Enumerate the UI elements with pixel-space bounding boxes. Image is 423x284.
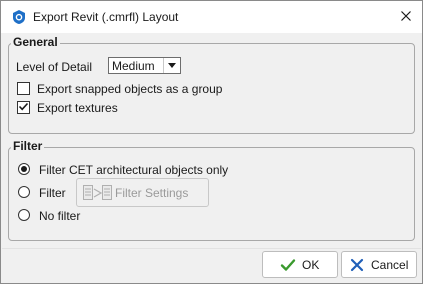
close-icon [400, 10, 412, 25]
filter-cet-radio[interactable] [18, 163, 30, 175]
filter-cet-label: Filter CET architectural objects only [39, 163, 229, 177]
level-of-detail-value: Medium [112, 58, 155, 73]
ok-button-label: OK [302, 257, 320, 272]
blue-x-icon [349, 257, 365, 273]
filter-group-title: Filter [11, 139, 45, 153]
export-textures-checkbox[interactable] [17, 101, 30, 114]
checkmark-icon [18, 101, 29, 115]
chevron-down-icon [163, 58, 180, 73]
level-of-detail-select[interactable]: Medium [108, 57, 181, 74]
general-group-title: General [11, 35, 60, 49]
title-bar: Export Revit (.cmrfl) Layout [1, 1, 422, 33]
no-filter-label: No filter [39, 209, 81, 223]
filter-radio[interactable] [18, 186, 30, 198]
close-button[interactable] [393, 6, 419, 28]
cancel-button-label: Cancel [371, 257, 409, 272]
filter-settings-button[interactable]: Filter Settings [76, 178, 209, 207]
filter-settings-icon [83, 184, 113, 202]
radio-selected-dot [21, 166, 27, 172]
ok-button[interactable]: OK [262, 251, 338, 278]
footer-divider [2, 248, 421, 249]
green-checkmark-icon [280, 257, 296, 273]
window-title: Export Revit (.cmrfl) Layout [33, 10, 179, 24]
no-filter-radio[interactable] [18, 209, 30, 221]
revit-shield-icon [11, 9, 27, 25]
export-snapped-label: Export snapped objects as a group [37, 82, 223, 96]
filter-settings-label: Filter Settings [115, 185, 189, 200]
filter-label: Filter [39, 186, 66, 200]
export-snapped-checkbox[interactable] [17, 82, 30, 95]
export-textures-label: Export textures [37, 101, 118, 115]
export-dialog: Export Revit (.cmrfl) Layout General Lev… [0, 0, 423, 284]
cancel-button[interactable]: Cancel [341, 251, 417, 278]
level-of-detail-label: Level of Detail [16, 60, 93, 74]
filter-group: Filter [8, 139, 415, 241]
